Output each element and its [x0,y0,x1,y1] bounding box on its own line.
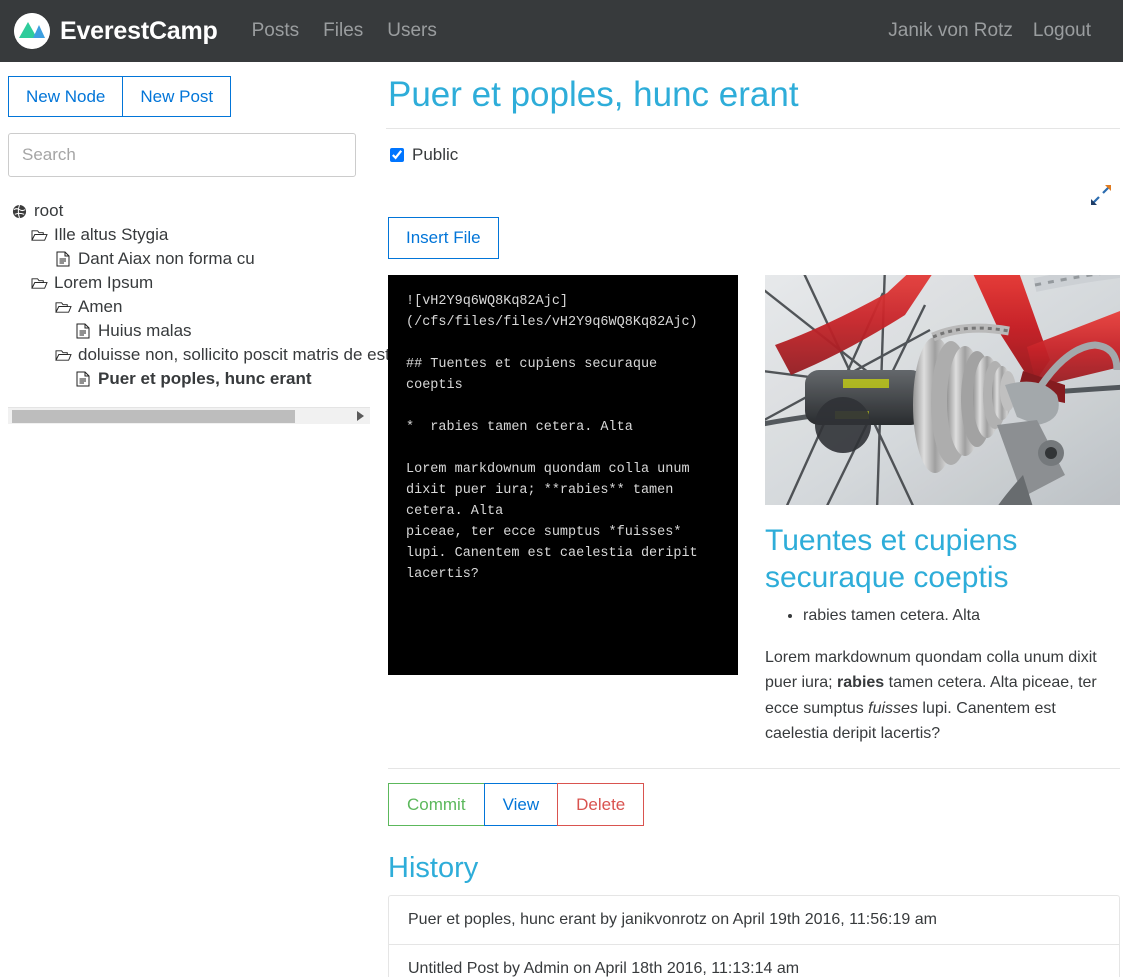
paragraph-bold: rabies [837,674,885,692]
tree-item-label: Puer et poples, hunc erant [98,369,312,389]
tree-item-label: root [34,201,64,221]
public-checkbox-label[interactable]: Public [412,145,458,165]
top-navbar: EverestCamp Posts Files Users Janik von … [0,0,1123,62]
markdown-preview: Tuentes et cupiens securaque coeptis rab… [765,275,1120,746]
new-post-button[interactable]: New Post [122,76,232,118]
markdown-source-editor[interactable]: ![vH2Y9q6WQ8Kq82Ajc] (/cfs/files/files/v… [388,275,738,675]
actions-divider [388,768,1120,770]
nav-item-posts[interactable]: Posts [240,20,312,42]
history-title: History [388,852,479,885]
tree-item-folder-ille-altus-stygia[interactable]: Ille altus Stygia [8,223,364,247]
folder-open-icon [54,346,72,364]
nav-links: Posts Files Users [240,20,449,42]
bicycle-cassette-photo [765,275,1120,505]
nav-logout[interactable]: Logout [1023,20,1101,42]
commit-button[interactable]: Commit [388,783,485,827]
tree-item-label: Amen [78,297,123,317]
tree-item-file-puer-et-poples[interactable]: Puer et poples, hunc erant [8,367,364,391]
scrollbar-thumb[interactable] [12,410,295,424]
folder-open-icon [30,274,48,292]
tree-item-label: Huius malas [98,321,192,341]
tree-item-folder-doluisse-non[interactable]: doluisse non, sollicito poscit matris de… [8,343,390,367]
tree-item-folder-lorem-ipsum[interactable]: Lorem Ipsum [8,271,364,295]
nav-user-name[interactable]: Janik von Rotz [878,20,1023,42]
preview-bullet-list: rabies tamen cetera. Alta [765,604,1120,629]
expand-row [386,181,1120,209]
tree-item-label: Lorem Ipsum [54,273,154,293]
tree-item-label: Ille altus Stygia [54,225,169,245]
file-icon [54,250,72,268]
public-checkbox[interactable] [390,148,404,162]
file-icon [74,370,92,388]
scroll-right-arrow-icon[interactable] [357,411,364,422]
action-button-group: Commit View Delete [386,783,1120,827]
tree-item-folder-amen[interactable]: Amen [8,295,364,319]
list-item: rabies tamen cetera. Alta [803,604,1120,629]
history-list: Puer et poples, hunc erant by janikvonro… [388,895,1120,977]
file-icon [74,322,92,340]
nav-item-users[interactable]: Users [375,20,449,42]
list-item[interactable]: Puer et poples, hunc erant by janikvonro… [389,896,1119,946]
sidebar: New Node New Post root [0,62,390,425]
view-button[interactable]: View [483,783,559,827]
folder-open-icon [54,298,72,316]
new-node-button[interactable]: New Node [8,76,124,118]
tree-item-root[interactable]: root [8,199,364,223]
tree-item-label: doluisse non, sollicito poscit matris de… [78,345,390,365]
tree-item-label: Dant Aiax non forma cu [78,249,255,269]
editor-preview-row: ![vH2Y9q6WQ8Kq82Ajc] (/cfs/files/files/v… [386,275,1120,746]
sidebar-button-group: New Node New Post [8,76,364,118]
page-body: New Node New Post root [0,62,1123,977]
mountain-logo-icon [14,13,50,49]
node-tree: root Ille altus Stygia Dant Aiax non for… [8,199,390,391]
expand-arrows-icon[interactable] [1090,184,1112,206]
brand-title: EverestCamp [60,16,218,45]
insert-file-wrap: Insert File [386,209,1120,275]
preview-heading: Tuentes et cupiens securaque coeptis [765,524,1018,594]
nav-right: Janik von Rotz Logout [878,20,1101,42]
insert-file-button[interactable]: Insert File [388,217,499,259]
main-content: Puer et poples, hunc erant Public Insert… [372,62,1123,977]
public-checkbox-row: Public [386,129,1120,181]
preview-paragraph: Lorem markdownum quondam colla unum dixi… [765,645,1120,746]
tree-item-file-huius-malas[interactable]: Huius malas [8,319,364,343]
globe-icon [10,202,28,220]
nav-item-files[interactable]: Files [311,20,375,42]
paragraph-italic: fuisses [868,699,918,717]
tree-item-file-dant-aiax[interactable]: Dant Aiax non forma cu [8,247,364,271]
brand-group[interactable]: EverestCamp [14,13,218,49]
list-item[interactable]: Untitled Post by Admin on April 18th 201… [389,945,1119,977]
delete-button[interactable]: Delete [557,783,645,827]
tree-horizontal-scrollbar[interactable] [8,407,370,425]
search-input[interactable] [8,133,356,178]
folder-open-icon [30,226,48,244]
page-title: Puer et poples, hunc erant [388,75,799,114]
